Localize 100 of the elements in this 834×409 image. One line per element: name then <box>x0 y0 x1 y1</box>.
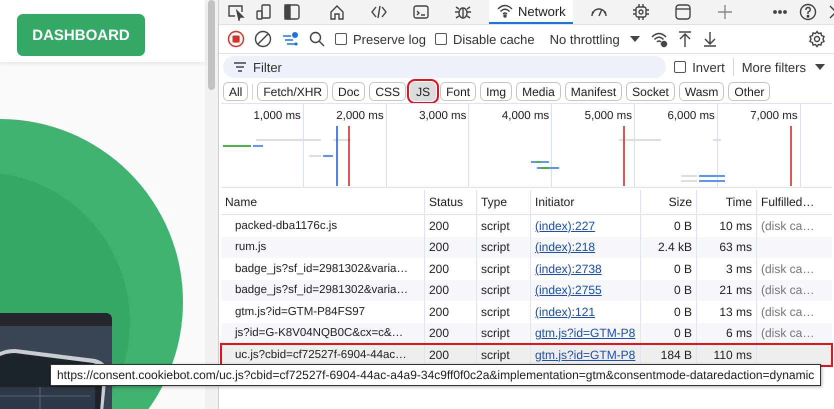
request-name: js?id=G-K8V04NQB0C&cx=c&… <box>235 327 404 340</box>
more-filters-dropdown[interactable]: More filters <box>742 60 806 74</box>
network-tab[interactable]: Network <box>489 0 573 24</box>
device-icon[interactable] <box>255 3 273 21</box>
table-cell: script <box>481 304 510 319</box>
table-cell: 0 B <box>674 304 692 319</box>
wifi-icon <box>496 2 514 20</box>
dock-icon[interactable] <box>283 3 301 21</box>
checkbox-label: Disable cache <box>452 32 535 46</box>
initiator-link[interactable]: gtm.js?id=GTM-P8 <box>535 348 636 362</box>
type-filter-chip[interactable]: JS <box>410 82 436 101</box>
type-filter-chip[interactable]: CSS <box>369 82 406 101</box>
request-name: gtm.js?id=GTM-P84FS97 <box>235 306 366 318</box>
time-tick-label: 1,000 ms <box>253 110 301 122</box>
table-cell: script <box>481 218 510 233</box>
invert-checkbox[interactable] <box>674 61 686 73</box>
table-cell: script <box>481 262 510 276</box>
time-tick-label: 7,000 ms <box>750 110 798 122</box>
type-filter-chip[interactable]: Other <box>728 82 770 101</box>
table-cell: (disk ca… <box>761 304 814 319</box>
time-tick-label: 4,000 ms <box>502 110 550 122</box>
column-header[interactable]: Status <box>425 190 477 214</box>
upload-icon[interactable] <box>676 30 693 48</box>
initiator-link[interactable]: gtm.js?id=GTM-P8 <box>535 326 636 340</box>
type-filter-chip[interactable]: Wasm <box>678 82 724 101</box>
table-cell: 63 ms <box>719 240 752 254</box>
time-tick-label: 2,000 ms <box>336 110 384 122</box>
download-icon[interactable] <box>702 30 718 48</box>
request-row[interactable]: badge_js?sf_id=2981302&varia… 200 script (index):2755 0 B 21 ms (disk ca… <box>221 280 832 301</box>
table-cell: 0 B <box>674 218 692 233</box>
table-cell: 200 <box>429 326 450 340</box>
table-cell: 200 <box>429 240 450 254</box>
table-cell: 0 B <box>674 326 692 340</box>
type-filter-chip[interactable]: Media <box>516 82 561 101</box>
type-filter-chip[interactable]: Socket <box>626 82 675 101</box>
window-icon <box>674 3 692 21</box>
throttling-dropdown[interactable]: No throttling <box>550 32 620 46</box>
inspect-icon[interactable] <box>227 3 245 21</box>
initiator-link[interactable]: (index):2738 <box>535 262 602 276</box>
table-cell: 3 ms <box>726 262 752 276</box>
table-cell: 0 B <box>674 283 692 298</box>
clear-icon[interactable] <box>254 30 272 48</box>
type-filter-chip[interactable]: Font <box>440 82 476 101</box>
checkbox-label: Preserve log <box>353 32 426 46</box>
network-conditions-icon[interactable] <box>650 30 668 48</box>
table-cell: 200 <box>429 262 450 276</box>
code-icon <box>370 3 388 21</box>
initiator-link[interactable]: (index):2755 <box>535 283 602 298</box>
table-cell: 2.4 kB <box>658 240 692 254</box>
url-tooltip: https://consent.cookiebot.com/uc.js?cbid=cf72527f-6904-44ac-a4a9-34c9ff0f0c2a&implementation=gtm&consentmode-dataredaction=dynamic <box>50 364 822 386</box>
table-cell: 200 <box>429 283 450 298</box>
column-header[interactable]: Name <box>221 190 425 214</box>
table-cell: 21 ms <box>719 283 752 298</box>
plus-icon[interactable] <box>716 3 734 21</box>
caret-icon[interactable] <box>628 34 641 44</box>
record-icon[interactable] <box>227 30 245 48</box>
type-filter-chip[interactable]: Manifest <box>564 82 622 101</box>
help-icon[interactable] <box>798 3 817 21</box>
request-name: uc.js?cbid=cf72527f-6904-44ac… <box>235 348 407 361</box>
column-header[interactable]: Type <box>477 190 531 214</box>
table-cell: 184 B <box>660 348 692 362</box>
request-name: rum.js <box>235 241 266 254</box>
console-icon <box>412 3 430 21</box>
request-row[interactable]: rum.js 200 script (index):218 2.4 kB 63 ms <box>221 236 832 258</box>
table-cell: script <box>481 348 510 362</box>
disable-cache-checkbox[interactable] <box>434 33 447 45</box>
column-header[interactable]: Fulfilled… <box>757 190 832 214</box>
search-icon[interactable] <box>308 30 326 48</box>
table-cell: (disk ca… <box>761 262 814 276</box>
table-cell: (disk ca… <box>761 326 814 340</box>
chip-icon <box>632 3 650 21</box>
table-cell: 0 B <box>674 262 692 276</box>
time-tick-label: 5,000 ms <box>584 110 632 122</box>
caret-icon[interactable] <box>814 62 826 72</box>
table-cell: 10 ms <box>719 218 752 233</box>
settings-icon[interactable] <box>808 30 826 48</box>
request-name: badge_js?sf_id=2981302&varia… <box>235 284 408 296</box>
type-filter-chip[interactable]: Img <box>480 82 512 101</box>
preserve-log-checkbox[interactable] <box>335 33 347 45</box>
initiator-link[interactable]: (index):227 <box>535 218 596 233</box>
column-header[interactable]: Time <box>697 190 757 214</box>
column-header[interactable]: Initiator <box>531 190 641 214</box>
home-icon <box>328 3 346 21</box>
filter-settings-icon[interactable] <box>281 30 299 48</box>
table-cell: 200 <box>429 304 450 319</box>
table-cell: (disk ca… <box>761 218 814 233</box>
initiator-link[interactable]: (index):121 <box>535 304 596 319</box>
checkbox-label: Invert <box>692 60 725 74</box>
request-row[interactable]: js?id=G-K8V04NQB0C&cx=c&… 200 script gtm.js?id=GTM-P8 0 B 6 ms (disk ca… <box>221 322 832 344</box>
type-filter-chip[interactable]: Fetch/XHR <box>257 82 328 101</box>
column-header[interactable]: Size <box>641 190 697 214</box>
filter-field[interactable]: Filter <box>223 56 666 78</box>
table-cell: script <box>481 283 510 298</box>
table-cell: (disk ca… <box>761 283 814 298</box>
type-filter-chip[interactable]: Doc <box>332 82 366 101</box>
table-cell: 110 ms <box>714 348 752 362</box>
type-filter-chip[interactable]: All <box>223 82 248 101</box>
initiator-link[interactable]: (index):218 <box>535 240 596 254</box>
table-cell: 200 <box>429 348 450 362</box>
request-row[interactable]: uc.js?cbid=cf72527f-6904-44ac… 200 script gtm.js?id=GTM-P8 184 B 110 ms <box>221 344 832 366</box>
